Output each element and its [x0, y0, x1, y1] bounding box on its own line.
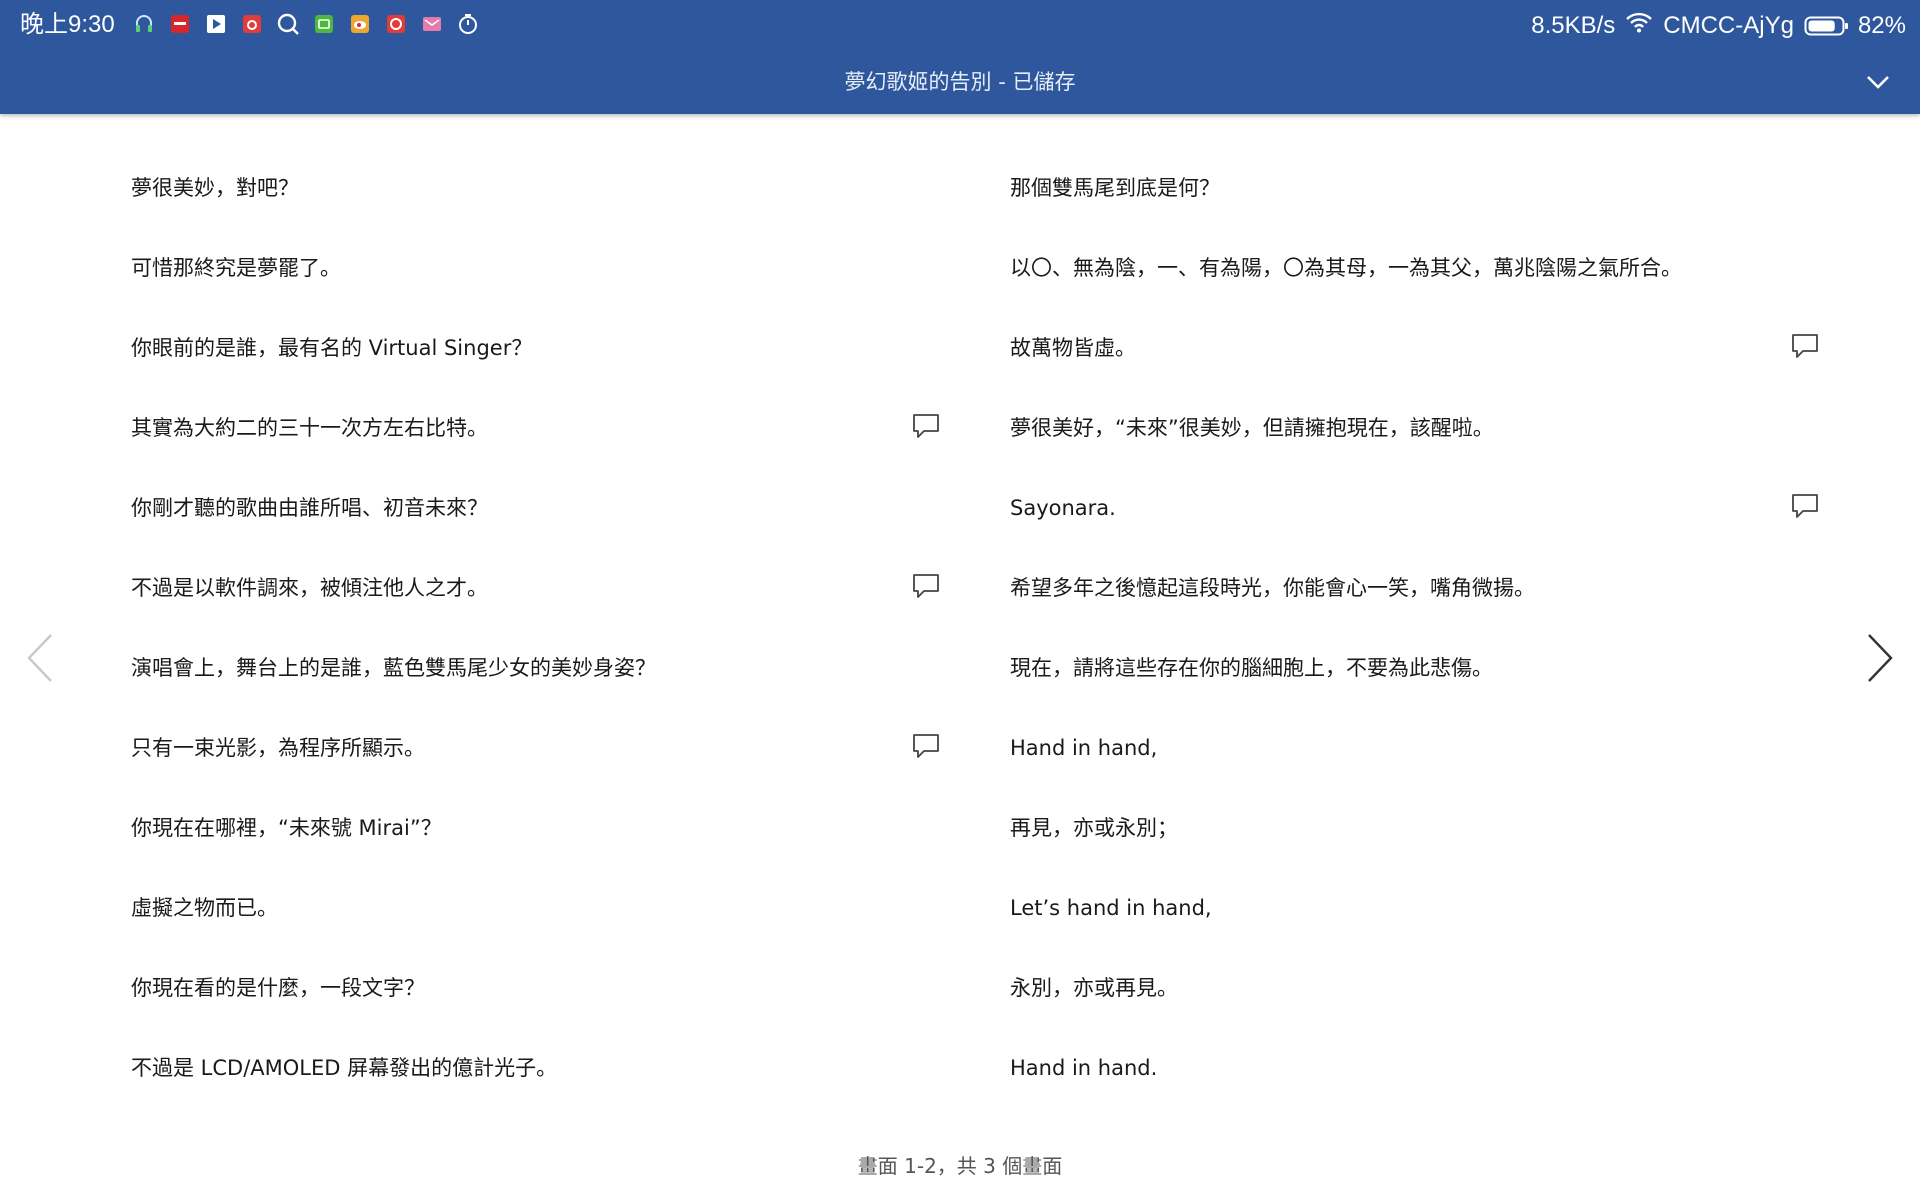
wifi-icon [1625, 11, 1653, 40]
text-line[interactable]: 永別，亦或再見。 [1010, 964, 1830, 1044]
text-line[interactable]: Let’s hand in hand, [1010, 884, 1830, 964]
status-time: 晚上9:30 [20, 11, 115, 38]
video-play-icon [204, 12, 228, 36]
netease-music-icon [384, 12, 408, 36]
document-content: 夢很美妙，對吧？ 可惜那終究是夢罷了。你眼前的是誰，最有名的 Virtual Si… [0, 114, 1920, 1200]
left-page: 夢很美妙，對吧？ 可惜那終究是夢罷了。你眼前的是誰，最有名的 Virtual Si… [131, 164, 951, 1124]
line-text[interactable]: 希望多年之後憶起這段時光，你能會心一笑，嘴角微揚。 [1010, 574, 1535, 602]
line-text[interactable]: 夢很美妙，對吧？ [131, 174, 299, 202]
text-line[interactable]: 演唱會上，舞台上的是誰，藍色雙馬尾少女的美妙身姿？ [131, 644, 951, 724]
line-text[interactable]: 演唱會上，舞台上的是誰，藍色雙馬尾少女的美妙身姿？ [131, 654, 656, 682]
battery-indicator: 82% [1804, 12, 1906, 40]
text-line[interactable]: 你眼前的是誰，最有名的 Virtual Singer？ [131, 324, 951, 404]
network-speed: 8.5KB/s [1531, 11, 1616, 39]
text-line[interactable]: 你現在在哪裡，“未來號 Mirai”？ [131, 804, 951, 884]
line-text[interactable]: Sayonara. [1010, 494, 1116, 522]
previous-page-button[interactable] [20, 630, 60, 686]
chevron-right-icon [1868, 634, 1893, 682]
document-title[interactable]: 夢幻歌姬的告別 - 已儲存 [0, 66, 1920, 96]
line-text[interactable]: 現在，請將這些存在你的腦細胞上，不要為此悲傷。 [1010, 654, 1493, 682]
text-line[interactable]: Sayonara. [1010, 484, 1830, 564]
text-line[interactable]: 希望多年之後憶起這段時光，你能會心一笑，嘴角微揚。 [1010, 564, 1830, 644]
line-text[interactable]: Hand in hand, [1010, 734, 1157, 762]
page-indicator: 畫面 1-2，共 3 個畫面 [857, 1154, 1063, 1178]
app-header: 晚上9:30 8.5KB/s CMCC-AjYg 82% 夢幻歌姬的告別 - 已… [0, 0, 1920, 114]
text-line[interactable]: 以〇、無為陰，一、有為陽，〇為其母，一為其父，萬兆陰陽之氣所合。 [1010, 244, 1830, 324]
text-line[interactable]: 現在，請將這些存在你的腦細胞上，不要為此悲傷。 [1010, 644, 1830, 724]
text-line[interactable]: 不過是以軟件調來，被傾注他人之才。 [131, 564, 951, 644]
comment-icon[interactable] [1790, 492, 1820, 520]
weibo-app-icon [348, 12, 372, 36]
headset-icon [132, 12, 156, 36]
text-line[interactable]: 其實為大約二的三十一次方左右比特。 [131, 404, 951, 484]
line-text[interactable]: 你現在看的是什麼，一段文字？ [131, 974, 425, 1002]
line-text[interactable]: 你眼前的是誰，最有名的 Virtual Singer？ [131, 334, 532, 362]
chevron-left-icon [27, 634, 52, 682]
bug-app-icon [240, 12, 264, 36]
comment-icon[interactable] [1790, 332, 1820, 360]
text-line[interactable]: 夢很美好，“未來”很美妙，但請擁抱現在，該醒啦。 [1010, 404, 1830, 484]
line-text[interactable]: 你剛才聽的歌曲由誰所唱、初音未來？ [131, 494, 488, 522]
mail-app-icon [420, 12, 444, 36]
status-right: 8.5KB/s CMCC-AjYg 82% [1531, 11, 1906, 40]
search-app-icon [276, 12, 300, 36]
text-line[interactable]: 夢很美妙，對吧？ [131, 164, 951, 244]
line-text[interactable]: 再見，亦或永別； [1010, 814, 1178, 842]
news-app-icon [168, 12, 192, 36]
text-line[interactable]: 虛擬之物而已。 [131, 884, 951, 964]
wifi-name: CMCC-AjYg [1663, 11, 1794, 39]
notification-icons [132, 12, 480, 36]
text-line[interactable]: 故萬物皆虛。 [1010, 324, 1830, 404]
text-line[interactable]: 只有一束光影，為程序所顯示。 [131, 724, 951, 804]
battery-icon [1804, 16, 1848, 35]
line-text[interactable]: 你現在在哪裡，“未來號 Mirai”？ [131, 814, 442, 842]
line-text[interactable]: 不過是以軟件調來，被傾注他人之才。 [131, 574, 488, 602]
right-page: 那個雙馬尾到底是何？ 以〇、無為陰，一、有為陽，〇為其母，一為其父，萬兆陰陽之氣所… [1010, 164, 1830, 1124]
iqiyi-app-icon [312, 12, 336, 36]
text-line[interactable]: 再見，亦或永別； [1010, 804, 1830, 884]
line-text[interactable]: 虛擬之物而已。 [131, 894, 278, 922]
text-line[interactable]: 可惜那終究是夢罷了。 [131, 244, 951, 324]
battery-percent: 82% [1857, 11, 1906, 39]
collapse-header-button[interactable] [1864, 68, 1892, 96]
line-text[interactable]: Hand in hand. [1010, 1054, 1157, 1082]
comment-icon[interactable] [911, 732, 941, 760]
line-text[interactable]: 可惜那終究是夢罷了。 [131, 254, 341, 282]
text-line[interactable]: 不過是 LCD/AMOLED 屏幕發出的億計光子。 [131, 1044, 951, 1124]
title-row: 夢幻歌姬的告別 - 已儲存 [0, 64, 1920, 100]
line-text[interactable]: 永別，亦或再見。 [1010, 974, 1178, 1002]
line-text[interactable]: 不過是 LCD/AMOLED 屏幕發出的億計光子。 [131, 1054, 557, 1082]
timer-icon [456, 12, 480, 36]
text-line[interactable]: 你剛才聽的歌曲由誰所唱、初音未來？ [131, 484, 951, 564]
line-text[interactable]: 故萬物皆虛。 [1010, 334, 1136, 362]
chevron-down-icon [1867, 76, 1889, 89]
status-bar: 晚上9:30 8.5KB/s CMCC-AjYg 82% [0, 0, 1920, 50]
line-text[interactable]: 其實為大約二的三十一次方左右比特。 [131, 414, 488, 442]
comment-icon[interactable] [911, 572, 941, 600]
line-text[interactable]: Let’s hand in hand, [1010, 894, 1212, 922]
text-line[interactable]: 你現在看的是什麼，一段文字？ [131, 964, 951, 1044]
next-page-button[interactable] [1860, 630, 1900, 686]
text-line[interactable]: Hand in hand. [1010, 1044, 1830, 1124]
line-text[interactable]: 夢很美好，“未來”很美妙，但請擁抱現在，該醒啦。 [1010, 414, 1494, 442]
line-text[interactable]: 那個雙馬尾到底是何？ [1010, 174, 1220, 202]
line-text[interactable]: 只有一束光影，為程序所顯示。 [131, 734, 425, 762]
text-line[interactable]: Hand in hand, [1010, 724, 1830, 804]
text-line[interactable]: 那個雙馬尾到底是何？ [1010, 164, 1830, 244]
comment-icon[interactable] [911, 412, 941, 440]
line-text[interactable]: 以〇、無為陰，一、有為陽，〇為其母，一為其父，萬兆陰陽之氣所合。 [1010, 254, 1682, 282]
